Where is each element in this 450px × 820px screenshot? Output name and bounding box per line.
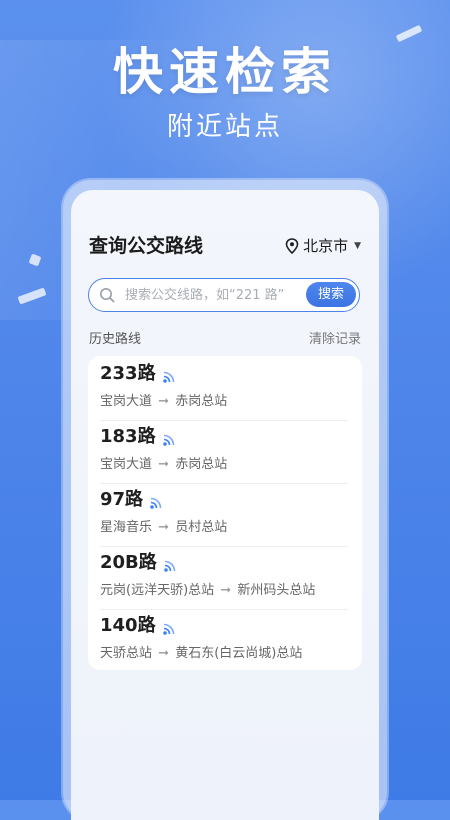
history-item-0[interactable]: 233路 宝岗大道 ➞ 赤岗总站	[100, 359, 350, 422]
route-direction: 星海音乐 ➞ 员村总站	[100, 519, 227, 537]
realtime-signal-icon	[162, 434, 174, 446]
promo-title: 快速检索	[113, 43, 337, 101]
search-bar: 搜索	[88, 278, 360, 312]
route-to: 赤岗总站	[175, 457, 228, 472]
route-from: 天骄总站	[100, 646, 153, 661]
app-screen: 查询公交路线 北京市 ▼ 搜索 历史路线 清除记录 233路	[71, 190, 379, 820]
search-input[interactable]	[123, 279, 297, 312]
location-pin-icon	[285, 238, 299, 254]
arrow-icon: ➞	[158, 520, 170, 535]
history-item-2[interactable]: 97路 星海音乐 ➞ 员村总站	[100, 485, 350, 548]
clear-history-button[interactable]: 清除记录	[309, 328, 361, 347]
city-selector[interactable]: 北京市 ▼	[285, 232, 361, 260]
promo-headline: 快速检索 附近站点	[0, 40, 450, 144]
history-item-4[interactable]: 140路 天骄总站 ➞ 黄石东(白云尚城)总站	[100, 611, 350, 674]
route-direction: 宝岗大道 ➞ 赤岗总站	[100, 393, 227, 411]
route-to: 新州码头总站	[237, 583, 316, 598]
realtime-signal-icon	[162, 371, 174, 383]
route-to: 黄石东(白云尚城)总站	[175, 646, 303, 661]
route-name: 20B路	[100, 552, 157, 573]
route-to: 赤岗总站	[175, 394, 228, 409]
arrow-icon: ➞	[158, 394, 170, 409]
route-name: 97路	[100, 489, 144, 510]
route-direction: 宝岗大道 ➞ 赤岗总站	[100, 456, 227, 474]
route-name: 183路	[100, 426, 156, 447]
promo-subtitle: 附近站点	[166, 112, 283, 142]
divider	[100, 546, 348, 547]
page-header: 查询公交路线 北京市 ▼	[89, 232, 361, 260]
route-from: 宝岗大道	[100, 394, 153, 409]
page-title: 查询公交路线	[89, 235, 204, 257]
route-name: 233路	[100, 363, 156, 384]
route-direction: 元岗(远洋天骄)总站 ➞ 新州码头总站	[100, 582, 315, 600]
history-item-1[interactable]: 183路 宝岗大道 ➞ 赤岗总站	[100, 422, 350, 485]
route-direction: 天骄总站 ➞ 黄石东(白云尚城)总站	[100, 645, 302, 663]
realtime-signal-icon	[163, 560, 176, 572]
arrow-icon: ➞	[158, 457, 170, 472]
route-to: 员村总站	[175, 520, 228, 535]
arrow-icon: ➞	[158, 646, 170, 661]
caret-down-icon: ▼	[354, 241, 361, 251]
search-icon	[100, 288, 115, 303]
route-from: 元岗(远洋天骄)总站	[100, 583, 215, 598]
route-from: 星海音乐	[100, 520, 153, 535]
divider	[100, 420, 348, 421]
city-name: 北京市	[303, 237, 349, 255]
route-name: 140路	[100, 615, 156, 636]
realtime-signal-icon	[162, 623, 174, 635]
history-header: 历史路线 清除记录	[89, 328, 361, 348]
history-label: 历史路线	[89, 332, 142, 347]
divider	[100, 609, 348, 610]
realtime-signal-icon	[150, 497, 162, 509]
arrow-icon: ➞	[220, 583, 232, 598]
divider	[100, 483, 348, 484]
search-button[interactable]: 搜索	[306, 282, 356, 307]
history-list: 233路 宝岗大道 ➞ 赤岗总站 183路 宝岗大道 ➞ 赤岗总站 97路 星海…	[88, 356, 362, 670]
route-from: 宝岗大道	[100, 457, 153, 472]
history-item-3[interactable]: 20B路 元岗(远洋天骄)总站 ➞ 新州码头总站	[100, 548, 350, 611]
